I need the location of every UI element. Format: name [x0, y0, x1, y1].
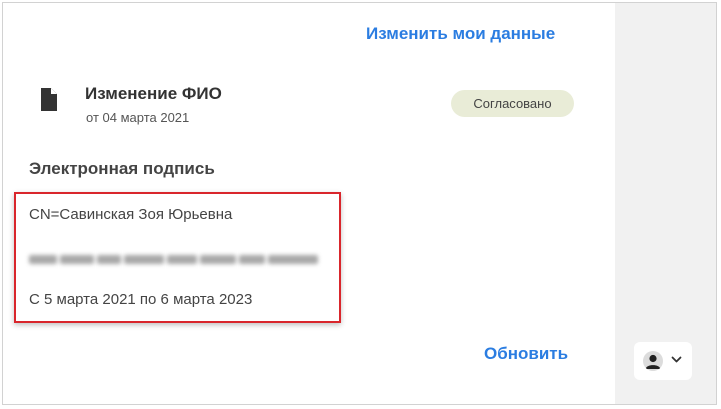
status-badge: Согласовано	[451, 90, 574, 117]
document-date: от 04 марта 2021	[86, 110, 190, 125]
signature-validity: С 5 марта 2021 по 6 марта 2023	[29, 291, 253, 308]
content-card: Изменить мои данные Изменение ФИО от 04 …	[2, 2, 717, 405]
edit-my-data-link[interactable]: Изменить мои данные	[366, 24, 555, 44]
user-menu-button[interactable]	[634, 342, 692, 380]
chevron-down-icon	[671, 356, 682, 363]
refresh-link[interactable]: Обновить	[484, 344, 568, 364]
document-title: Изменение ФИО	[85, 84, 222, 103]
file-icon	[41, 88, 57, 111]
signature-section-title: Электронная подпись	[29, 159, 215, 178]
signature-owner: CN=Савинская Зоя Юрьевна	[29, 206, 233, 223]
signature-redacted-text	[29, 251, 325, 265]
user-icon	[643, 351, 663, 371]
